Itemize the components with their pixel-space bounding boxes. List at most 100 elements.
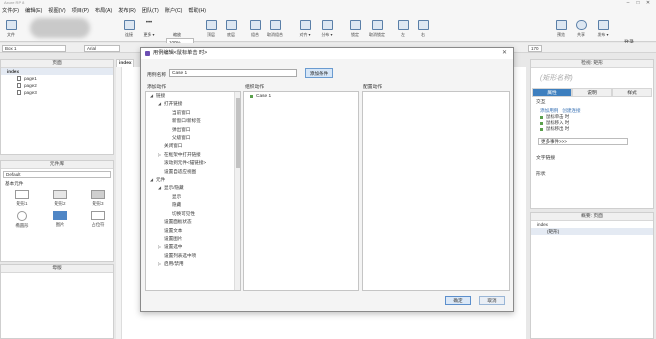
widget-ellipse[interactable]: 椭圆形	[3, 211, 41, 229]
combine-button[interactable]: 组合	[246, 18, 264, 40]
widget-placeholder[interactable]: 占位符	[79, 211, 117, 229]
widget-image[interactable]: 图片	[41, 211, 79, 229]
ok-button[interactable]: 确定	[445, 296, 471, 305]
outline-child[interactable]: (矩形)	[531, 228, 653, 235]
size-input[interactable]: 170	[528, 45, 542, 52]
action-item[interactable]: 设置自适应视图	[146, 168, 240, 176]
action-item[interactable]: 切换可见性	[146, 210, 240, 218]
action-tree: ◢ 链接 ◢ 打开链接 当前窗口 新窗口/新标签 弹出窗口 父级窗口 关闭窗口 ▷ 在框架中打开链接…	[146, 92, 240, 269]
file-button[interactable]: 文件	[2, 18, 20, 40]
lock-button[interactable]: 锁定	[346, 18, 364, 40]
page-item[interactable]: page3	[1, 89, 113, 96]
action-item[interactable]: ◢ 元件	[146, 176, 240, 184]
ungroup-icon	[269, 20, 281, 30]
action-scrollbar[interactable]	[234, 92, 240, 290]
publish-button[interactable]: 发布 ▾	[594, 18, 612, 40]
preview-button[interactable]: 预览	[552, 18, 570, 40]
page-index[interactable]: index	[1, 68, 113, 75]
shape-heading[interactable]: 形状	[532, 171, 652, 179]
add-case-link[interactable]: 添加用例	[540, 108, 558, 113]
library-panel: 元件库 Default 基本元件 矩形1 矩形2 矩形3 椭圆形 图片 占位符	[0, 160, 114, 262]
align-button[interactable]: 对齐 ▾	[296, 18, 314, 40]
top-button[interactable]: 顶层	[202, 18, 220, 40]
share-button[interactable]: 共享	[572, 18, 590, 40]
masters-panel-title: 母版	[1, 265, 113, 273]
tab-properties[interactable]: 属性	[532, 88, 572, 97]
action-item[interactable]: 当前窗口	[146, 109, 240, 117]
shape-name-field[interactable]: (矩形名称)	[540, 73, 573, 83]
action-item[interactable]: ◢ 显示/隐藏	[146, 184, 240, 192]
action-label: 设置选中	[164, 244, 183, 250]
action-item[interactable]: 隐藏	[146, 201, 240, 209]
widget-rect2[interactable]: 矩形2	[41, 190, 79, 207]
menu-file[interactable]: 文件(F)	[2, 7, 19, 14]
interaction-section: 交互 添加用例 创建连接 鼠标单击 时 鼠标移入 时 鼠标移出 时 更多事件>>…	[532, 99, 652, 207]
action-item[interactable]: ◢ 链接	[146, 92, 240, 100]
vertical-ruler	[116, 67, 122, 339]
add-condition-button[interactable]: 添加条件	[305, 68, 333, 78]
connect-button[interactable]: 连接	[120, 18, 138, 40]
action-item[interactable]: 设置列表选中项	[146, 252, 240, 260]
cancel-button[interactable]: 取消	[479, 296, 505, 305]
action-item[interactable]: ▷ 在框架中打开链接	[146, 151, 240, 159]
outline-title: 概要: 页面	[531, 213, 653, 221]
distribute-button[interactable]: 分布 ▾	[318, 18, 336, 40]
action-item[interactable]: 父级窗口	[146, 134, 240, 142]
library-panel-title: 元件库	[1, 161, 113, 169]
event-mouse-leave[interactable]: 鼠标移出 时	[532, 126, 652, 132]
more-button[interactable]: ••• 更多 ▾	[140, 18, 158, 40]
menu-view[interactable]: 视图(V)	[48, 7, 65, 14]
widget-rect1[interactable]: 矩形1	[3, 190, 41, 207]
close-icon[interactable]: ✕	[502, 48, 507, 59]
action-label: 切换可见性	[172, 210, 195, 216]
menu-team[interactable]: 团队(T)	[142, 7, 159, 14]
action-item[interactable]: 设置图片	[146, 235, 240, 243]
scrollbar-thumb[interactable]	[236, 98, 240, 168]
library-group[interactable]: 基本元件	[1, 180, 113, 187]
action-item[interactable]: 滚动到元件<锚链接>	[146, 159, 240, 167]
left-button[interactable]: 左	[394, 18, 412, 40]
right-button[interactable]: 右	[414, 18, 432, 40]
menu-edit[interactable]: 编辑(E)	[25, 7, 42, 14]
action-item[interactable]: ▷ 启用/禁用	[146, 260, 240, 268]
case-name-input[interactable]: Case 1	[169, 69, 297, 77]
inspector-title: 检视: 矩形	[531, 60, 653, 68]
action-item[interactable]: 新窗口/新标签	[146, 117, 240, 125]
case-item[interactable]: Case 1	[244, 92, 358, 101]
tab-style[interactable]: 样式	[612, 88, 652, 97]
action-item[interactable]: 弹出窗口	[146, 126, 240, 134]
action-item[interactable]: 显示	[146, 193, 240, 201]
canvas-tab-index[interactable]: index	[116, 59, 134, 67]
widget-rect3[interactable]: 矩形3	[79, 190, 117, 207]
action-label: 打开链接	[164, 101, 183, 107]
font-select[interactable]: Arial	[84, 45, 120, 52]
ungroup-button[interactable]: 取消组合	[266, 18, 284, 40]
action-item[interactable]: ◢ 打开链接	[146, 100, 240, 108]
action-item[interactable]: 设置面板状态	[146, 218, 240, 226]
action-label: 元件	[156, 177, 166, 183]
action-label: 在框架中打开链接	[164, 151, 201, 157]
library-select[interactable]: Default	[3, 171, 111, 178]
menu-publish[interactable]: 发布(R)	[118, 7, 136, 14]
menu-help[interactable]: 帮助(H)	[188, 7, 206, 14]
page-item[interactable]: page1	[1, 75, 113, 82]
text-link-heading[interactable]: 文字链接	[532, 155, 652, 163]
menu-layout[interactable]: 布局(A)	[95, 7, 112, 14]
tab-notes[interactable]: 说明	[572, 88, 612, 97]
lock-icon	[349, 20, 361, 30]
rectangle-icon	[91, 190, 105, 199]
more-events-select[interactable]: 更多事件>>>	[538, 138, 628, 145]
action-item[interactable]: 关闭窗口	[146, 142, 240, 150]
widget-select[interactable]: Box 1	[2, 45, 66, 52]
inspector-tabs: 属性 说明 样式	[532, 88, 652, 97]
organize-action-list: Case 1	[243, 91, 359, 291]
action-item[interactable]: 设置文本	[146, 227, 240, 235]
create-link-link[interactable]: 创建连接	[562, 108, 580, 113]
page-item[interactable]: page2	[1, 82, 113, 89]
menu-project[interactable]: 项目(P)	[72, 7, 89, 14]
outline-root[interactable]: index	[531, 221, 653, 228]
bottom-button[interactable]: 底层	[222, 18, 240, 40]
unlock-button[interactable]: 取消锁定	[368, 18, 386, 40]
action-item[interactable]: ▷ 设置选中	[146, 243, 240, 251]
menu-account[interactable]: 账户(C)	[165, 7, 183, 14]
